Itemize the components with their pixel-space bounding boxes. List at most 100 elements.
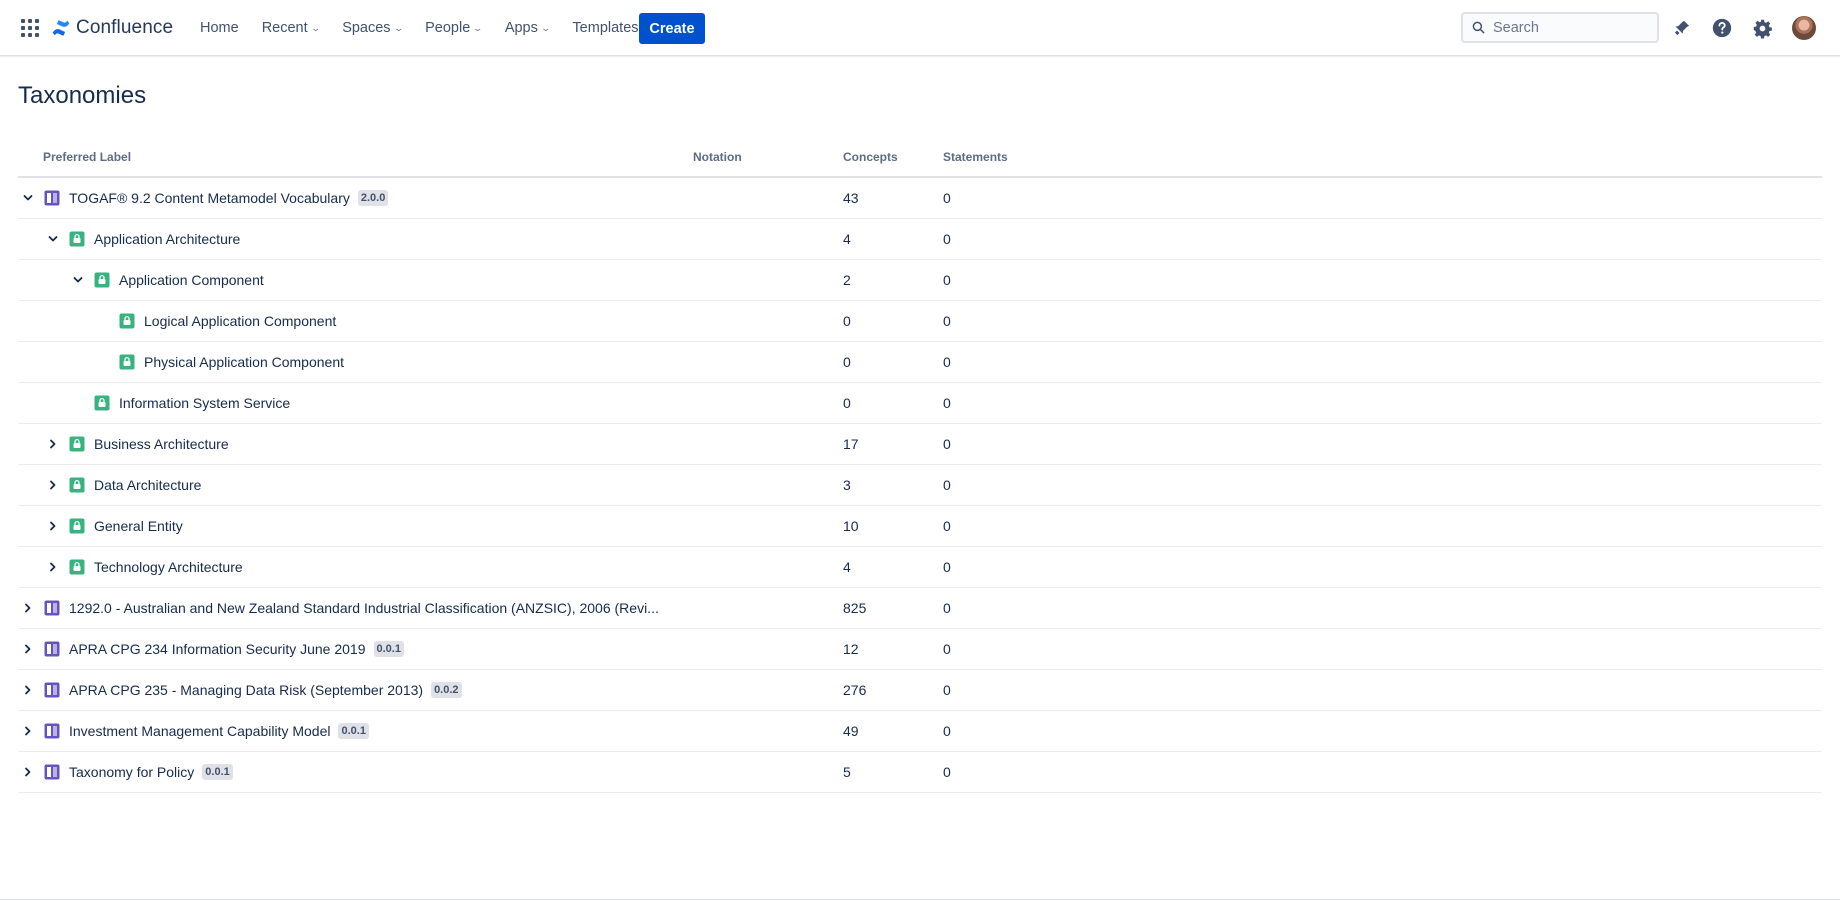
table-row[interactable]: General Entity 10 0 — [18, 506, 1822, 547]
table-row[interactable]: Logical Application Component 0 0 — [18, 301, 1822, 342]
nav-item-label: Recent — [261, 20, 308, 36]
chevron-down-icon: ⌄ — [472, 22, 484, 33]
help-icon[interactable] — [1710, 16, 1734, 40]
row-label-link[interactable]: APRA CPG 235 - Managing Data Risk (Septe… — [69, 682, 423, 698]
concepts-count: 276 — [843, 682, 867, 698]
preferred-label-cell: General Entity — [18, 506, 183, 546]
row-label-link[interactable]: Technology Architecture — [94, 559, 243, 575]
concepts-count: 825 — [843, 600, 867, 616]
row-label-link[interactable]: TOGAF® 9.2 Content Metamodel Vocabulary — [69, 190, 350, 206]
nav-item-recent[interactable]: Recent ⌄ — [255, 12, 327, 44]
expand-chevron-icon[interactable] — [45, 518, 61, 534]
search-input[interactable] — [1493, 19, 1653, 36]
column-header-concepts[interactable]: Concepts — [843, 150, 898, 164]
row-label-link[interactable]: General Entity — [94, 518, 183, 534]
table-row[interactable]: TOGAF® 9.2 Content Metamodel Vocabulary 2… — [18, 178, 1822, 219]
row-label-link[interactable]: Logical Application Component — [144, 313, 336, 329]
table-row[interactable]: APRA CPG 234 Information Security June 2… — [18, 629, 1822, 670]
concepts-count: 0 — [843, 313, 851, 329]
table-row[interactable]: Taxonomy for Policy 0.0.1 5 0 — [18, 752, 1822, 793]
row-label-link[interactable]: Application Architecture — [94, 231, 240, 247]
table-row[interactable]: Investment Management Capability Model 0.… — [18, 711, 1822, 752]
table-row[interactable]: Business Architecture 17 0 — [18, 424, 1822, 465]
nav-item-people[interactable]: People ⌄ — [418, 12, 489, 44]
expand-chevron-icon[interactable] — [45, 477, 61, 493]
preferred-label-cell: Application Component — [18, 260, 264, 300]
table-row[interactable]: 1292.0 - Australian and New Zealand Stan… — [18, 588, 1822, 629]
table-row[interactable]: Physical Application Component 0 0 — [18, 342, 1822, 383]
statements-count: 0 — [943, 272, 951, 288]
table-row[interactable]: APRA CPG 235 - Managing Data Risk (Septe… — [18, 670, 1822, 711]
collapse-chevron-icon[interactable] — [45, 231, 61, 247]
row-label-link[interactable]: Application Component — [119, 272, 264, 288]
top-navigation: Confluence Home Recent ⌄ Spaces ⌄ People ⌄ Apps… — [0, 0, 1840, 56]
preferred-label-cell: Investment Management Capability Model 0.… — [18, 711, 369, 751]
concepts-count: 4 — [843, 231, 851, 247]
column-header-preferred-label[interactable]: Preferred Label — [43, 150, 131, 164]
preferred-label-cell: TOGAF® 9.2 Content Metamodel Vocabulary 2… — [18, 178, 389, 218]
statements-count: 0 — [943, 764, 951, 780]
concepts-count: 2 — [843, 272, 851, 288]
expand-chevron-icon[interactable] — [20, 600, 36, 616]
expand-chevron-icon[interactable] — [20, 641, 36, 657]
settings-gear-icon[interactable] — [1750, 16, 1774, 40]
table-row[interactable]: Information System Service 0 0 — [18, 383, 1822, 424]
nav-item-spaces[interactable]: Spaces ⌄ — [335, 12, 409, 44]
concepts-count: 5 — [843, 764, 851, 780]
concepts-count: 4 — [843, 559, 851, 575]
create-button[interactable]: Create — [639, 13, 705, 44]
concept-icon — [119, 313, 135, 329]
vocabulary-icon — [44, 764, 60, 780]
expand-chevron-icon[interactable] — [20, 723, 36, 739]
vocabulary-icon — [44, 600, 60, 616]
nav-item-apps[interactable]: Apps ⌄ — [498, 12, 557, 44]
vocabulary-icon — [44, 190, 60, 206]
expand-chevron-icon[interactable] — [45, 559, 61, 575]
statements-count: 0 — [943, 723, 951, 739]
nav-item-label: People — [425, 20, 471, 36]
brand-name: Confluence — [76, 17, 174, 38]
preferred-label-cell: Technology Architecture — [18, 547, 243, 587]
primary-nav: Home Recent ⌄ Spaces ⌄ People ⌄ Apps ⌄ Templates — [193, 0, 655, 56]
row-label-link[interactable]: Physical Application Component — [144, 354, 344, 370]
nav-item-home[interactable]: Home — [193, 12, 246, 44]
row-label-link[interactable]: Taxonomy for Policy — [69, 764, 194, 780]
statements-count: 0 — [943, 559, 951, 575]
row-label-link[interactable]: Investment Management Capability Model — [69, 723, 330, 739]
preferred-label-cell: APRA CPG 235 - Managing Data Risk (Septe… — [18, 670, 462, 710]
row-label-link[interactable]: Information System Service — [119, 395, 290, 411]
nav-item-templates[interactable]: Templates — [565, 12, 645, 44]
row-label-link[interactable]: Business Architecture — [94, 436, 229, 452]
table-row[interactable]: Technology Architecture 4 0 — [18, 547, 1822, 588]
row-label-link[interactable]: Data Architecture — [94, 477, 201, 493]
chevron-down-icon: ⌄ — [540, 22, 551, 33]
nav-item-label: Spaces — [342, 20, 391, 36]
version-badge: 0.0.1 — [373, 641, 404, 657]
row-label-link[interactable]: APRA CPG 234 Information Security June 2… — [69, 641, 366, 657]
statements-count: 0 — [943, 313, 951, 329]
collapse-chevron-icon[interactable] — [70, 272, 86, 288]
confluence-logo[interactable]: Confluence — [51, 16, 173, 40]
expand-chevron-icon[interactable] — [20, 682, 36, 698]
search-box[interactable] — [1461, 12, 1659, 43]
nav-item-label: Apps — [504, 20, 538, 36]
user-avatar[interactable] — [1792, 16, 1816, 40]
app-switcher-icon[interactable] — [21, 19, 39, 37]
version-badge: 0.0.1 — [338, 723, 369, 739]
table-row[interactable]: Data Architecture 3 0 — [18, 465, 1822, 506]
column-header-notation[interactable]: Notation — [693, 150, 742, 164]
table-row[interactable]: Application Architecture 4 0 — [18, 219, 1822, 260]
table-row[interactable]: Application Component 2 0 — [18, 260, 1822, 301]
preferred-label-cell: Information System Service — [18, 383, 290, 423]
collapse-chevron-icon[interactable] — [20, 190, 36, 206]
column-header-statements[interactable]: Statements — [943, 150, 1008, 164]
expand-chevron-icon[interactable] — [20, 764, 36, 780]
concept-icon — [69, 477, 85, 493]
expand-chevron-icon[interactable] — [45, 436, 61, 452]
vocabulary-icon — [44, 723, 60, 739]
table-header: Preferred Label Notation Concepts Statem… — [18, 142, 1822, 178]
version-badge: 0.0.2 — [431, 682, 462, 698]
vocabulary-icon — [44, 682, 60, 698]
notifications-icon[interactable] — [1670, 16, 1694, 40]
row-label-link[interactable]: 1292.0 - Australian and New Zealand Stan… — [69, 600, 659, 616]
